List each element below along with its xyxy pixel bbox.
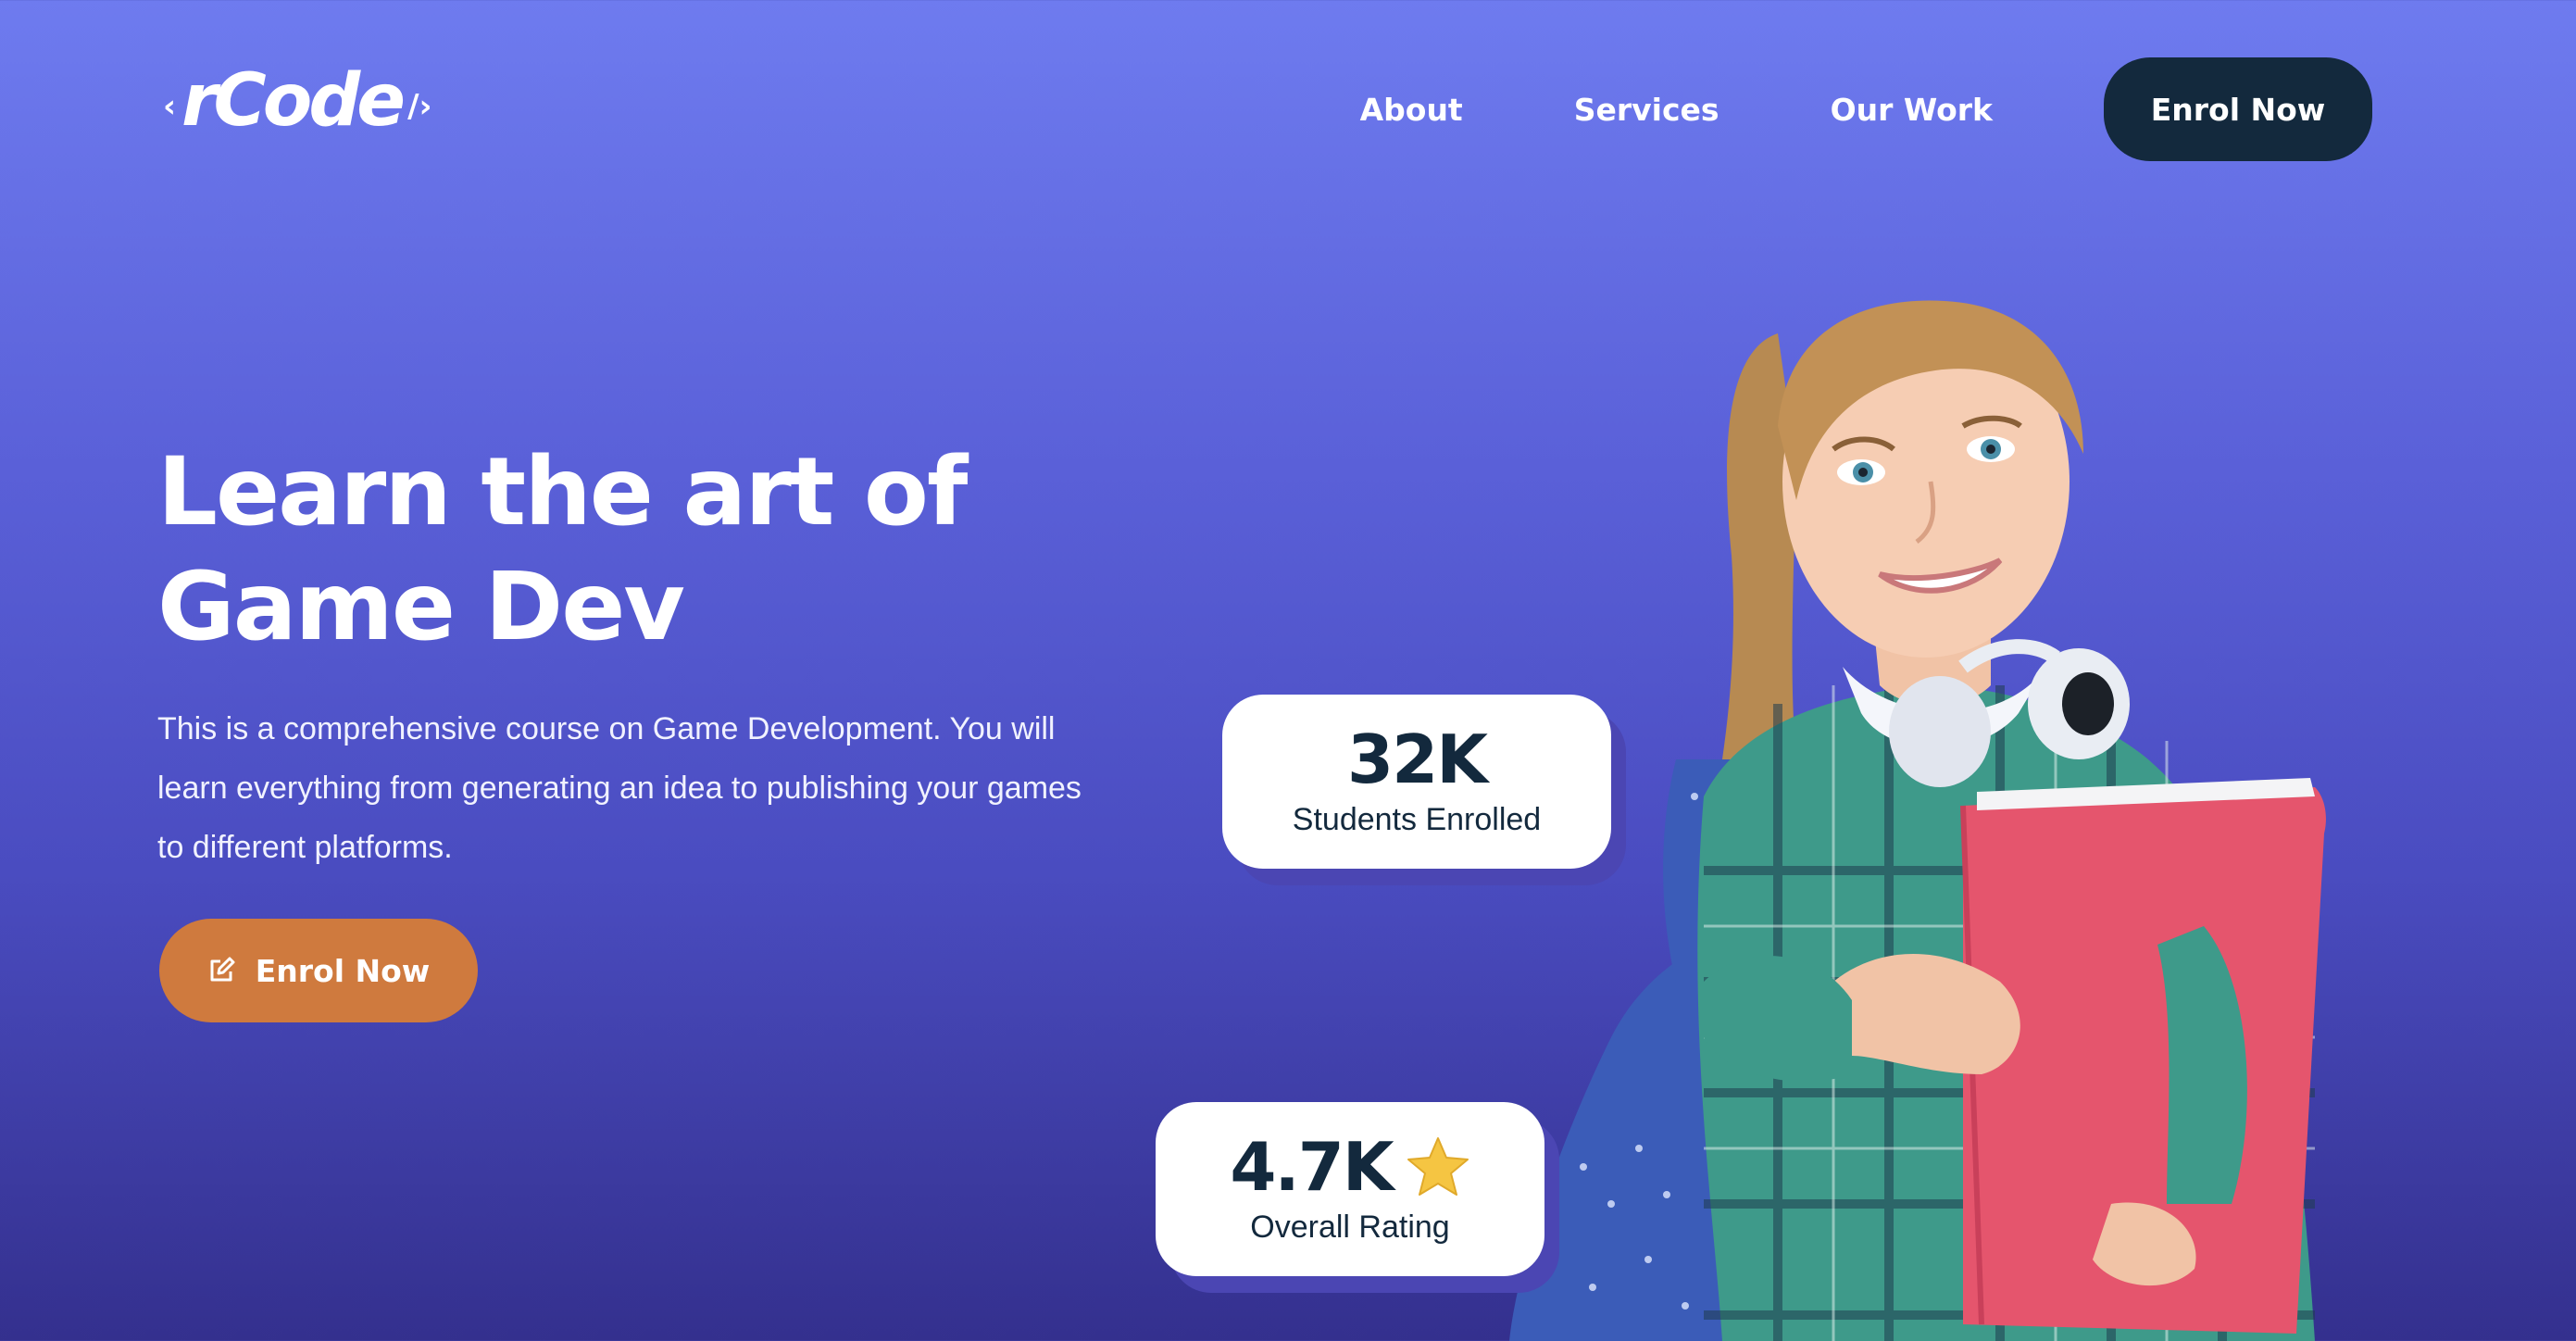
stat-card-rating: 4.7K Overall Rating [1156,1102,1544,1276]
hero-enrol-button[interactable]: Enrol Now [159,919,478,1022]
stat-value-rating: 4.7K [1230,1127,1394,1206]
stat-value-row: 4.7K [1230,1134,1469,1200]
edit-icon [207,957,235,984]
nav-link-our-work[interactable]: Our Work [1831,92,1993,128]
stat-label-rating: Overall Rating [1250,1209,1450,1245]
star-icon [1406,1135,1470,1198]
stat-value-students: 32K [1347,720,1488,798]
hero-title: Learn the art of Game Dev [157,435,1083,665]
logo-wordmark: rCode [181,59,406,143]
hero-title-line-2: Game Dev [157,552,685,662]
nav-link-about[interactable]: About [1360,92,1463,128]
logo-bracket-right: /› [407,88,432,125]
nav-enrol-button[interactable]: Enrol Now [2104,57,2372,161]
stat-card-rating-wrap: 4.7K Overall Rating [1156,1102,1559,1293]
stat-label-students: Students Enrolled [1292,801,1542,837]
stat-card-students-wrap: 32K Students Enrolled [1222,695,1626,885]
hero-enrol-label: Enrol Now [255,952,431,989]
stat-card-students: 32K Students Enrolled [1222,695,1611,869]
hero-title-line-1: Learn the art of [157,437,968,547]
brand-logo[interactable]: ‹ rCode /› [157,65,438,137]
nav-link-services[interactable]: Services [1574,92,1719,128]
logo-bracket-left: ‹ [163,88,177,125]
hero-description: This is a comprehensive course on Game D… [157,711,1082,865]
main-nav: About Services Our Work Enrol Now [1360,57,2372,161]
